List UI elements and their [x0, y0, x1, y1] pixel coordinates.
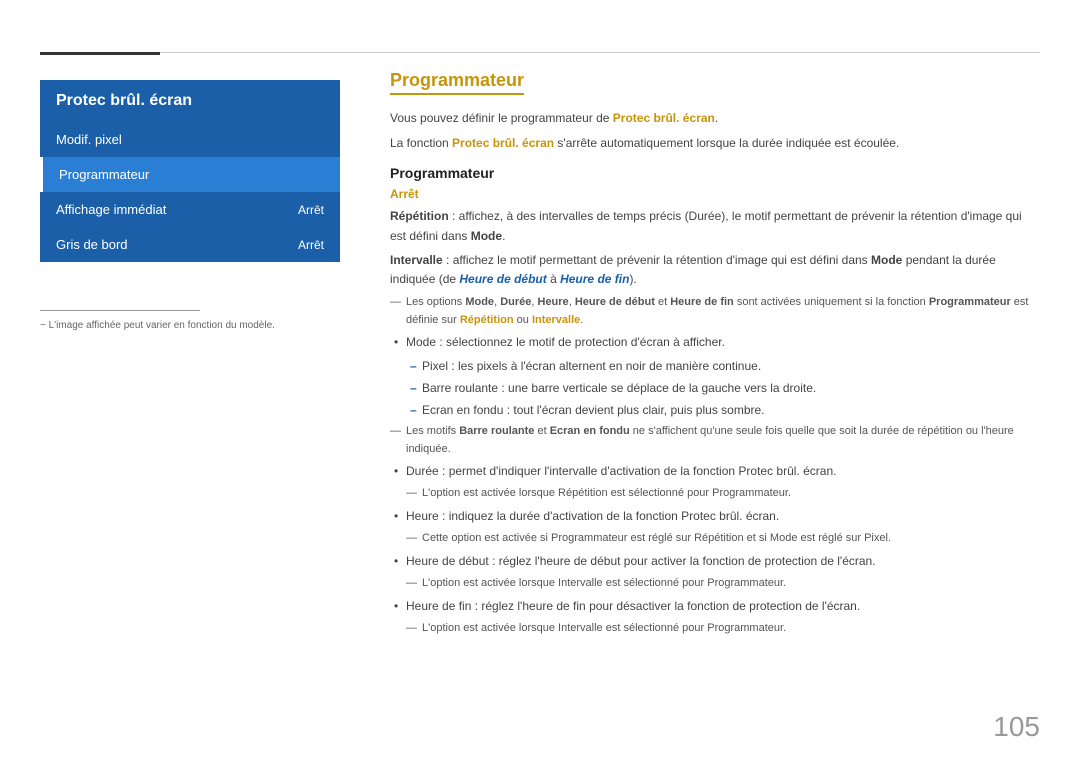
- intro1-text: Vous pouvez définir le programmateur de: [390, 111, 613, 125]
- footnote-text: − L'image affichée peut varier en foncti…: [40, 320, 275, 331]
- sidebar-item-value: Arrêt: [298, 203, 324, 217]
- sidebar-footnote: − L'image affichée peut varier en foncti…: [40, 310, 340, 331]
- intro1-bold: Protec brûl. écran: [613, 111, 715, 125]
- sidebar-item-modif[interactable]: Modif. pixel: [40, 122, 340, 157]
- sidebar-item-affichage[interactable]: Affichage immédiat Arrêt: [40, 192, 340, 227]
- bullet-duree: Durée : permet d'indiquer l'intervalle d…: [390, 462, 1040, 481]
- repetition-label: Répétition: [390, 209, 449, 223]
- sidebar-item-label: Gris de bord: [56, 237, 128, 252]
- sub-ecran: Ecran en fondu : tout l'écran devient pl…: [390, 401, 1040, 420]
- sidebar-item-label: Affichage immédiat: [56, 202, 166, 217]
- sidebar-item-value: Arrêt: [298, 238, 324, 252]
- note-intervalle-2: L'option est activée lorsque Intervalle …: [390, 620, 1040, 638]
- bullet-heure-fin: Heure de fin : réglez l'heure de fin pou…: [390, 597, 1040, 616]
- sidebar-item-programmateur[interactable]: Programmateur: [40, 157, 340, 192]
- page-number: 105: [993, 711, 1040, 743]
- body-intervalle: Intervalle : affichez le motif permettan…: [390, 251, 1040, 289]
- sidebar-title: Protec brûl. écran: [40, 80, 340, 122]
- note-barre: Les motifs Barre roulante et Ecran en fo…: [390, 423, 1040, 458]
- sidebar-item-label: Modif. pixel: [56, 132, 122, 147]
- note-repetition: L'option est activée lorsque Répétition …: [390, 485, 1040, 503]
- sidebar-item-label: Programmateur: [59, 167, 149, 182]
- bullet-heure: Heure : indiquez la durée d'activation d…: [390, 507, 1040, 526]
- sub-pixel: Pixel : les pixels à l'écran alternent e…: [390, 357, 1040, 376]
- sidebar-item-gris[interactable]: Gris de bord Arrêt: [40, 227, 340, 262]
- top-accent: [40, 52, 160, 55]
- section-title: Programmateur: [390, 165, 1040, 181]
- page-title: Programmateur: [390, 70, 524, 95]
- top-rule: [40, 52, 1040, 53]
- main-content: Programmateur Vous pouvez définir le pro…: [390, 70, 1040, 641]
- intro2-start: La fonction: [390, 136, 452, 150]
- body-repetition: Répétition : affichez, à des intervalles…: [390, 207, 1040, 245]
- bullet-heure-debut: Heure de début : réglez l'heure de début…: [390, 552, 1040, 571]
- intro1-end: .: [715, 111, 718, 125]
- bullet-mode: Mode : sélectionnez le motif de protecti…: [390, 333, 1040, 352]
- intro-line-2: La fonction Protec brûl. écran s'arrête …: [390, 134, 1040, 153]
- note-options: Les options Mode, Durée, Heure, Heure de…: [390, 294, 1040, 329]
- intro-line-1: Vous pouvez définir le programmateur de …: [390, 109, 1040, 128]
- intro2-bold: Protec brûl. écran: [452, 136, 554, 150]
- status-label: Arrêt: [390, 187, 1040, 201]
- note-pixel: Cette option est activée si Programmateu…: [390, 530, 1040, 548]
- intro2-end: s'arrête automatiquement lorsque la duré…: [554, 136, 899, 150]
- sub-barre: Barre roulante : une barre verticale se …: [390, 379, 1040, 398]
- sidebar: Protec brûl. écran Modif. pixel Programm…: [40, 80, 340, 262]
- note-intervalle-1: L'option est activée lorsque Intervalle …: [390, 575, 1040, 593]
